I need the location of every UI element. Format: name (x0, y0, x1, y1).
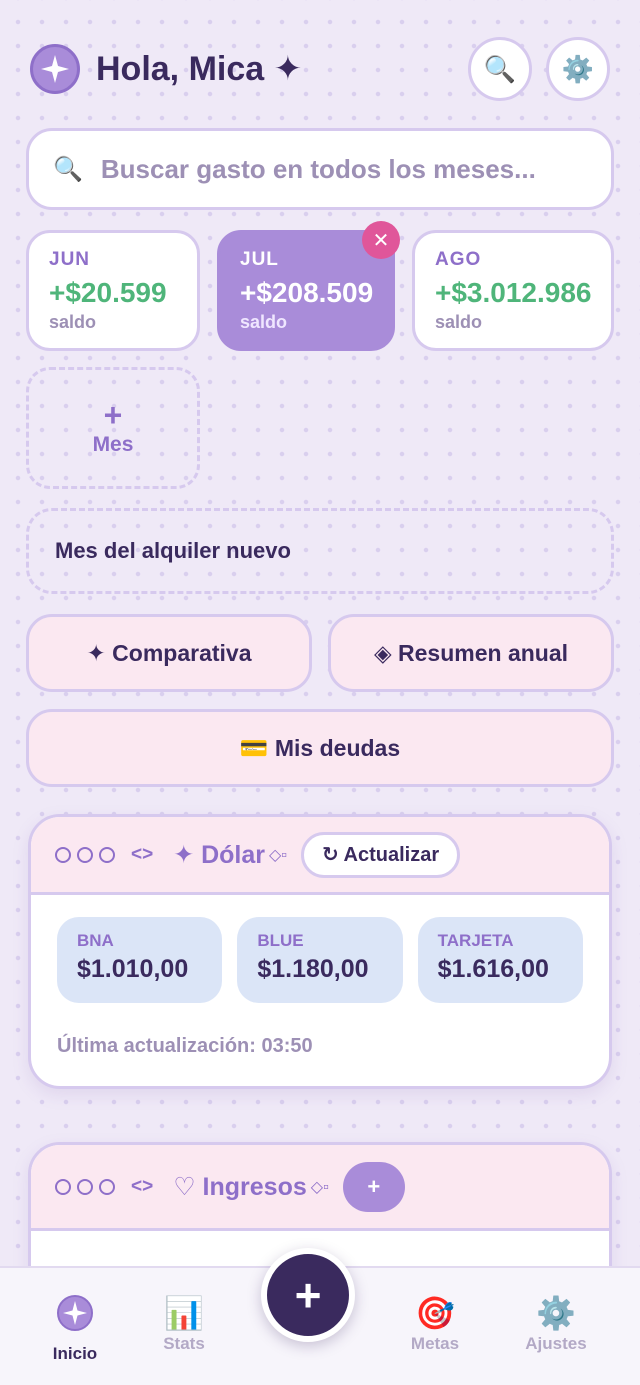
window-dots (55, 1178, 115, 1195)
search-icon: 🔍 (53, 155, 83, 183)
close-month-button[interactable]: ✕ (362, 221, 400, 259)
month-name: AGO (435, 249, 482, 270)
circle-icon (55, 846, 71, 863)
ingresos-card-header: <> ♡ Ingresos ◇▫ + (31, 1145, 609, 1231)
month-card-jun[interactable]: JUN +$20.599 saldo (26, 230, 200, 351)
month-balance-label: saldo (49, 312, 97, 332)
nav-stats[interactable]: 📊 Stats (129, 1292, 239, 1354)
rate-name: BLUE (257, 931, 304, 950)
rate-value: $1.180,00 (257, 955, 369, 983)
circle-icon (99, 1178, 115, 1195)
month-note[interactable]: Mes del alquiler nuevo (26, 508, 614, 594)
gear-icon: ⚙️ (536, 1295, 576, 1331)
settings-button[interactable]: ⚙️ (546, 37, 610, 101)
rate-value: $1.010,00 (77, 955, 189, 983)
search-bar: 🔍 (26, 128, 614, 210)
search-input[interactable] (100, 153, 611, 185)
rate-name: TARJETA (437, 931, 514, 950)
mis-deudas-button[interactable]: 💳 Mis deudas (26, 709, 614, 787)
circle-icon (77, 1178, 93, 1195)
refresh-button[interactable]: ↻ Actualizar (300, 831, 461, 878)
add-month-button[interactable]: + Mes (26, 367, 200, 489)
rates-list: BNA $1.010,00 BLUE $1.180,00 TARJETA $1.… (31, 895, 609, 1003)
plus-icon: + (103, 397, 123, 433)
diamond-icon: ◇▫ (310, 1178, 329, 1196)
nav-label: Stats (163, 1334, 205, 1353)
window-dots (55, 846, 115, 863)
month-balance-label: saldo (240, 312, 288, 332)
nav-label: Metas (410, 1334, 460, 1353)
comparativa-button[interactable]: ✦ Comparativa (26, 614, 312, 692)
month-card-ago[interactable]: AGO +$3.012.986 saldo (412, 230, 614, 351)
nav-metas[interactable]: 🎯 Metas (380, 1292, 490, 1354)
circle-icon (77, 846, 93, 863)
home-sparkle-icon (20, 1292, 130, 1334)
month-balance: +$3.012.986 (435, 277, 592, 308)
rate-blue: BLUE $1.180,00 (237, 917, 403, 1003)
nav-label: Ajustes (525, 1334, 587, 1353)
add-ingreso-button[interactable]: + (342, 1161, 405, 1212)
greeting-title: Hola, Mica ✦ (96, 50, 303, 88)
diamond-icon: ◇▫ (269, 846, 287, 864)
dolar-card: <> ✦ Dólar ◇▫ ↻ Actualizar BNA $1.010,00… (28, 814, 612, 1089)
header: Hola, Mica ✦ 🔍 ⚙️ (30, 36, 610, 102)
month-balance: +$20.599 (49, 277, 167, 308)
month-name: JUN (49, 249, 91, 270)
nav-label: Inicio (52, 1344, 98, 1363)
circle-icon (99, 846, 115, 863)
close-icon: ✕ (372, 229, 390, 252)
circle-icon (55, 1178, 71, 1195)
nav-inicio[interactable]: Inicio (20, 1292, 130, 1364)
bar-chart-icon: 📊 (164, 1295, 204, 1331)
month-balance: +$208.509 (240, 277, 374, 308)
dolar-card-header: <> ✦ Dólar ◇▫ ↻ Actualizar (31, 817, 609, 895)
code-icon: <> (131, 843, 154, 865)
ingresos-title: ♡ Ingresos (173, 1172, 307, 1201)
month-card-jul[interactable]: JUL +$208.509 saldo ✕ (217, 221, 400, 351)
add-month-label: Mes (92, 433, 134, 456)
search-icon: 🔍 (483, 53, 517, 84)
rate-tarjeta: TARJETA $1.616,00 (417, 917, 583, 1003)
last-updated-text: Última actualización: 03:50 (57, 1035, 313, 1057)
rate-value: $1.616,00 (437, 955, 549, 983)
target-icon: 🎯 (415, 1295, 455, 1331)
sparkle-logo-icon (30, 44, 80, 94)
search-button[interactable]: 🔍 (468, 37, 532, 101)
resumen-anual-button[interactable]: ◈ Resumen anual (328, 614, 614, 692)
dolar-title: ✦ Dólar (173, 840, 265, 869)
gear-icon: ⚙️ (561, 53, 595, 84)
rate-name: BNA (77, 931, 114, 950)
nav-ajustes[interactable]: ⚙️ Ajustes (501, 1292, 611, 1354)
add-expense-fab[interactable]: + (261, 1248, 355, 1342)
rate-bna: BNA $1.010,00 (57, 917, 223, 1003)
month-balance-label: saldo (435, 312, 483, 332)
code-icon: <> (131, 1175, 154, 1197)
month-name: JUL (240, 249, 279, 270)
